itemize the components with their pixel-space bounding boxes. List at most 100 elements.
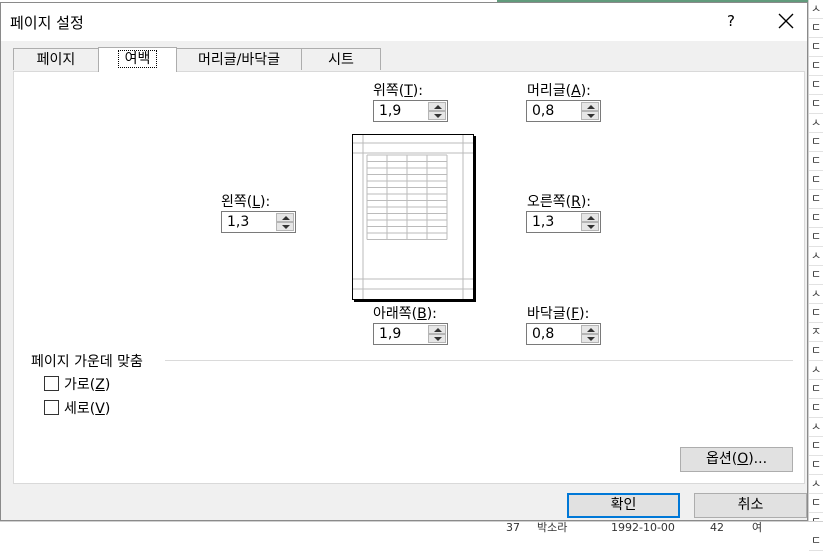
label-text: ) [104,401,111,417]
label-text: 아래쪽( [373,306,418,322]
sheet-cell: ㄷ [809,437,823,456]
label-text: 가로( [64,377,96,393]
footer-margin-label: 바닥글(F): [527,303,589,323]
spin-down-icon[interactable] [581,222,599,231]
label-text: 옵션( [705,451,738,467]
top-margin-label: 위쪽(T): [373,80,423,100]
tab-header-footer[interactable]: 머리글/바닥글 [176,48,302,70]
tab-label: 시트 [328,52,354,68]
page-preview-graphic [353,135,473,299]
center-horizontal-label: 가로(Z) [64,374,110,394]
spin-up-icon[interactable] [428,325,446,334]
left-margin-label: 왼쪽(L): [221,191,270,211]
spin-down-icon[interactable] [581,334,599,343]
tab-page[interactable]: 페이지 [13,48,99,70]
center-vertical-checkbox[interactable] [44,400,59,415]
cell: 여 [752,521,763,534]
label-text: ): [580,83,591,99]
center-vertical-label: 세로(V) [64,398,110,418]
label-text: 바닥글( [527,306,572,322]
tab-margins[interactable]: 여백 [98,47,177,72]
right-margin-label: 오른쪽(R): [527,191,591,211]
sheet-cell: ㄷ [809,399,823,418]
sheet-cell: ㅅ [809,0,823,19]
mnemonic: T [404,83,413,99]
sheet-cell: ㅅ [809,285,823,304]
label-text: ): [260,194,271,210]
label-text: 오른쪽( [527,194,572,210]
bottom-margin-spinner[interactable]: 1,9 [373,323,448,345]
tab-label: 페이지 [36,52,76,68]
spin-up-icon[interactable] [581,102,599,111]
tab-sheet[interactable]: 시트 [301,48,381,70]
mnemonic: B [417,306,427,322]
footer-margin-spinner[interactable]: 0,8 [526,323,601,345]
mnemonic: F [571,306,580,322]
mnemonic: R [571,194,581,210]
top-margin-spinner[interactable]: 1,9 [373,100,448,122]
spin-up-icon[interactable] [276,213,294,222]
spin-up-icon[interactable] [581,325,599,334]
spin-up-icon[interactable] [581,213,599,222]
sheet-cell: ㄷ [809,152,823,171]
bottom-margin-value[interactable]: 1,9 [379,326,401,342]
sheet-cell: ㅅ [809,247,823,266]
sheet-cell: ㄷ [809,38,823,57]
spin-down-icon[interactable] [276,222,294,231]
right-margin-value[interactable]: 1,3 [532,214,554,230]
spin-up-icon[interactable] [428,102,446,111]
sheet-cell: ㄷ [809,532,823,551]
spin-down-icon[interactable] [428,111,446,120]
sheet-cell: ㄷ [809,304,823,323]
sheet-bottom-row: 37 박소라 1992-10-00 42 여 [0,521,823,534]
cancel-button[interactable]: 취소 [694,493,807,518]
sheet-cell: ㄷ [809,19,823,38]
mnemonic: A [571,83,581,99]
center-on-page-title: 페이지 가운데 맞춤 [31,354,143,370]
cell: 박소라 [537,521,568,534]
sheet-cell: ㄷ [809,76,823,95]
footer-margin-value[interactable]: 0,8 [532,326,554,342]
sheet-cell: ㄷ [809,95,823,114]
options-button[interactable]: 옵션(O)... [680,447,793,472]
spin-down-icon[interactable] [581,111,599,120]
sheet-cell: ㄷ [809,209,823,228]
sheet-cell: ㄷ [809,57,823,76]
bottom-margin-label: 아래쪽(B): [373,303,437,323]
sheet-cell: ㄷ [809,380,823,399]
left-margin-spinner[interactable]: 1,3 [221,211,296,233]
title-bar: 페이지 설정 ? [1,3,807,41]
sheet-cell: ㄷ [809,228,823,247]
label-text: 왼쪽( [221,194,253,210]
sheet-cell: ㄷ [809,342,823,361]
right-margin-spinner[interactable]: 1,3 [526,211,601,233]
sheet-cell: ㄷ [809,266,823,285]
label-text: ): [412,83,423,99]
label-text: 머리글( [527,83,572,99]
close-button[interactable] [769,7,803,35]
sheet-cell: ㅅ [809,114,823,133]
dialog-title: 페이지 설정 [10,14,84,32]
label-text: ): [580,194,592,210]
spin-down-icon[interactable] [428,334,446,343]
label-text: 세로( [64,401,96,417]
sheet-cell: ㄷ [809,133,823,152]
center-horizontal-checkbox[interactable] [44,376,59,391]
header-margin-spinner[interactable]: 0,8 [526,100,601,122]
help-button[interactable]: ? [717,7,745,35]
top-margin-value[interactable]: 1,9 [379,103,401,119]
page-preview [352,134,474,300]
header-margin-value[interactable]: 0,8 [532,103,554,119]
sheet-cell: ㅅ [809,361,823,380]
ok-button[interactable]: 확인 [567,493,680,518]
left-margin-value[interactable]: 1,3 [227,214,249,230]
sheet-cell: ㄷ [809,190,823,209]
cell: 37 [506,521,520,534]
group-divider [165,360,793,361]
sheet-cell: ㄷ [809,171,823,190]
sheet-cell: ㅅ [809,475,823,494]
mnemonic: L [252,194,261,210]
label-text: ) [104,377,111,393]
sheet-cell: ㄷ [809,494,823,513]
label-text: 위쪽( [373,83,405,99]
